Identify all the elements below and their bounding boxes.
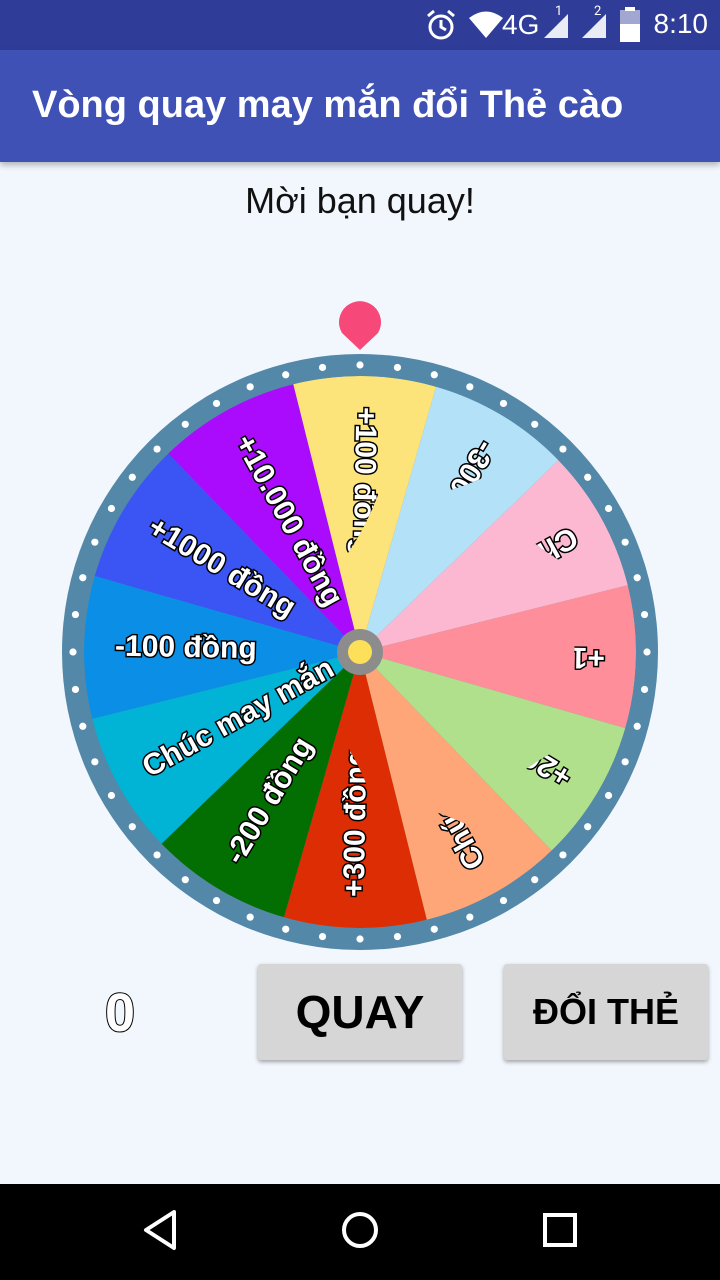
home-icon[interactable] [340, 1208, 380, 1252]
rim-light [356, 361, 364, 369]
rim-light [621, 758, 629, 766]
rim-light [79, 574, 87, 582]
rim-light [282, 925, 290, 933]
rim-light [128, 823, 136, 831]
rim-light [633, 574, 641, 582]
rim-light [246, 383, 254, 391]
rim-light [79, 722, 87, 730]
rim-light [604, 791, 613, 800]
rim-light [531, 420, 539, 428]
rim-light [71, 685, 80, 694]
rim-light [393, 363, 402, 372]
status-time: 8:10 [653, 8, 709, 39]
rim-light [559, 851, 567, 859]
wheel-hub-center [348, 640, 372, 664]
rim-light [91, 758, 99, 766]
rim-light [212, 399, 221, 408]
rim-light [181, 876, 189, 884]
alarm-icon [427, 9, 455, 40]
battery-icon [620, 7, 640, 42]
rim-light [499, 399, 508, 408]
recents-icon[interactable] [540, 1208, 580, 1252]
rim-light [128, 473, 136, 481]
rim-light [318, 363, 327, 372]
rim-light [640, 610, 649, 619]
rim-light [604, 504, 613, 513]
wheel-pointer-icon [339, 301, 381, 350]
spin-button[interactable]: QUAY [258, 964, 462, 1060]
rim-light [466, 913, 474, 921]
wheel-segment-label: -100 đồng [115, 630, 257, 665]
exchange-card-button[interactable]: ĐỔI THẺ [504, 964, 708, 1060]
rim-light [69, 648, 77, 656]
spin-prompt: Mời bạn quay! [245, 180, 475, 221]
wheel-graphic: +100 đồng-300 đồngChúc may mắn+10 đồng+2… [62, 301, 658, 950]
network-type: 4G [502, 9, 540, 40]
rim-light [71, 610, 80, 619]
rim-light [246, 913, 254, 921]
sim1-index: 1 [555, 4, 563, 19]
lucky-wheel[interactable]: +100 đồng-300 đồngChúc may mắn+10 đồng+2… [60, 300, 660, 950]
rim-light [356, 935, 364, 943]
rim-light [393, 932, 402, 941]
rim-light [531, 876, 539, 884]
rim-light [107, 504, 116, 513]
wifi-icon [469, 11, 503, 38]
rim-light [633, 722, 641, 730]
rim-light [107, 791, 116, 800]
app-title: Vòng quay may mắn đổi Thẻ cào [32, 84, 624, 126]
status-bar: 4G 1 2 8:10 [0, 0, 720, 50]
rim-light [430, 925, 438, 933]
rim-light [466, 383, 474, 391]
sim2-index: 2 [594, 4, 602, 19]
rim-light [584, 473, 592, 481]
rim-light [153, 851, 161, 859]
back-icon[interactable] [140, 1208, 180, 1252]
rim-light [282, 371, 290, 379]
rim-light [430, 371, 438, 379]
rim-light [91, 538, 99, 546]
rim-light [559, 445, 567, 453]
rim-light [621, 538, 629, 546]
rim-light [584, 823, 592, 831]
app-bar: Vòng quay may mắn đổi Thẻ cào [0, 50, 720, 162]
rim-light [499, 896, 508, 905]
navigation-bar [0, 1184, 720, 1280]
rim-light [318, 932, 327, 941]
rim-light [212, 896, 221, 905]
rim-light [153, 445, 161, 453]
rim-light [640, 685, 649, 694]
score-value: 0 [104, 982, 136, 1044]
rim-light [643, 648, 651, 656]
rim-light [181, 420, 189, 428]
